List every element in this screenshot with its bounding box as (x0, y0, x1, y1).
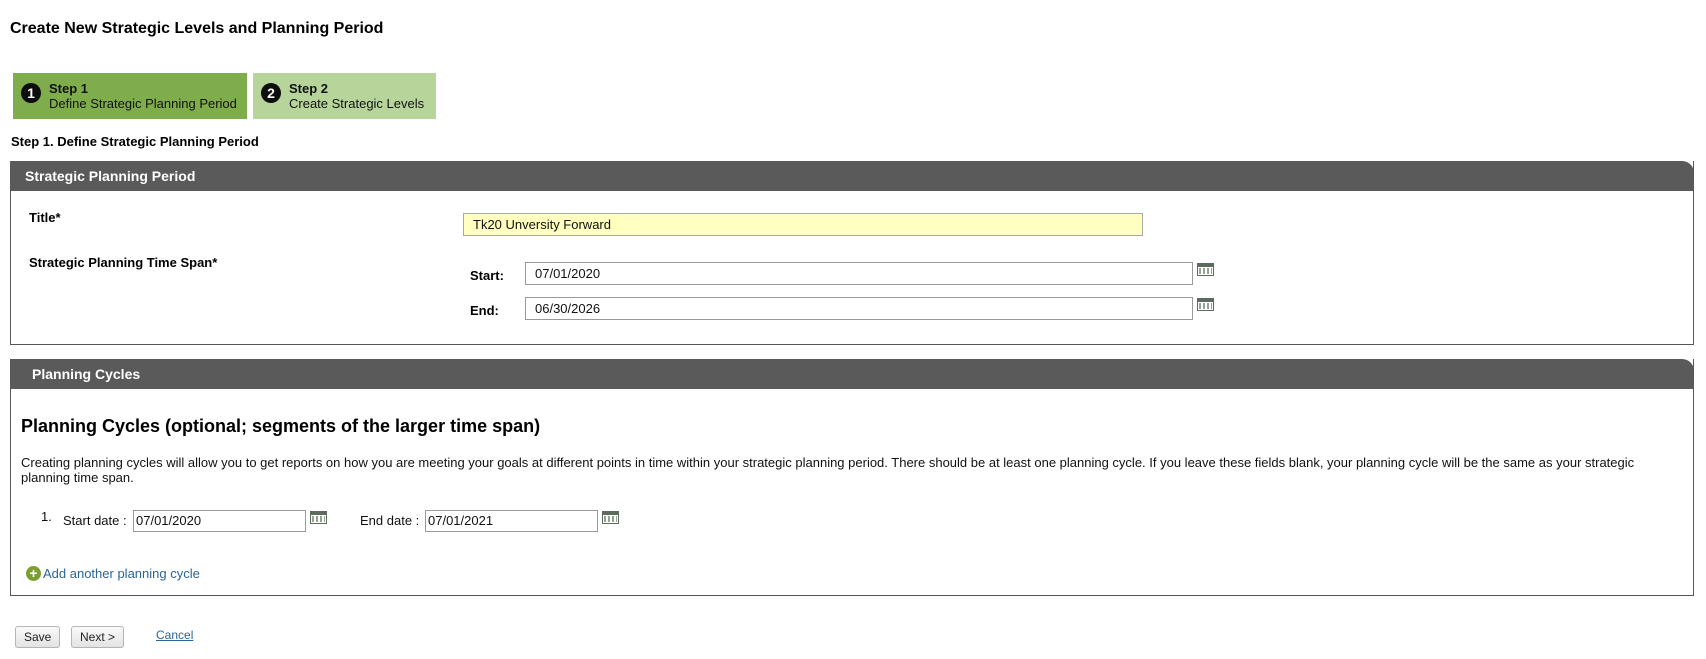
planning-cycles-panel: Planning Cycles Planning Cycles (optiona… (10, 359, 1694, 596)
planning-cycles-title: Planning Cycles (optional; segments of t… (21, 416, 541, 436)
cycle-end-calendar-icon[interactable] (602, 511, 619, 524)
step-1-tab[interactable]: 1 Step 1 Define Strategic Planning Perio… (13, 73, 247, 119)
start-label: Start: (470, 268, 504, 283)
strategic-planning-period-header: Strategic Planning Period (10, 161, 1694, 191)
cycle-end-input[interactable]: 07/01/2021 (425, 510, 598, 532)
step-2-title: Step 2 (289, 81, 329, 96)
step-2-tab[interactable]: 2 Step 2 Create Strategic Levels (253, 73, 436, 119)
cycle-start-label: Start date : (63, 513, 127, 528)
cycle-start-calendar-icon[interactable] (310, 511, 327, 524)
planning-cycles-header: Planning Cycles (10, 359, 1694, 389)
step-1-title: Step 1 (49, 81, 89, 96)
planning-cycles-description: Creating planning cycles will allow you … (21, 455, 1635, 485)
cancel-link[interactable]: Cancel (156, 628, 193, 642)
save-button[interactable]: Save (15, 626, 61, 648)
cycle-index: 1. (41, 509, 52, 524)
timespan-label: Strategic Planning Time Span* (29, 255, 218, 270)
plus-icon: + (26, 566, 41, 581)
step-2-subtitle: Create Strategic Levels (289, 96, 425, 111)
start-calendar-icon[interactable] (1197, 263, 1214, 276)
step-1-subtitle: Define Strategic Planning Period (49, 96, 237, 111)
step-2-number-icon: 2 (261, 83, 281, 103)
page-title: Create New Strategic Levels and Planning… (10, 20, 384, 37)
title-input[interactable]: Tk20 Unversity Forward (463, 213, 1143, 236)
strategic-planning-period-panel: Strategic Planning Period Title* Tk20 Un… (10, 161, 1694, 345)
start-date-input[interactable]: 07/01/2020 (525, 262, 1193, 285)
add-planning-cycle-link[interactable]: + Add another planning cycle (26, 566, 200, 581)
section-heading: Step 1. Define Strategic Planning Period (11, 134, 259, 149)
end-label: End: (470, 303, 499, 318)
next-button[interactable]: Next > (71, 626, 125, 648)
end-date-input[interactable]: 06/30/2026 (525, 297, 1193, 320)
end-calendar-icon[interactable] (1197, 298, 1214, 311)
cycle-end-label: End date : (360, 513, 420, 528)
step-1-number-icon: 1 (21, 83, 41, 103)
title-label: Title* (29, 210, 61, 225)
cycle-start-input[interactable]: 07/01/2020 (133, 510, 306, 532)
add-planning-cycle-label: Add another planning cycle (43, 566, 200, 581)
